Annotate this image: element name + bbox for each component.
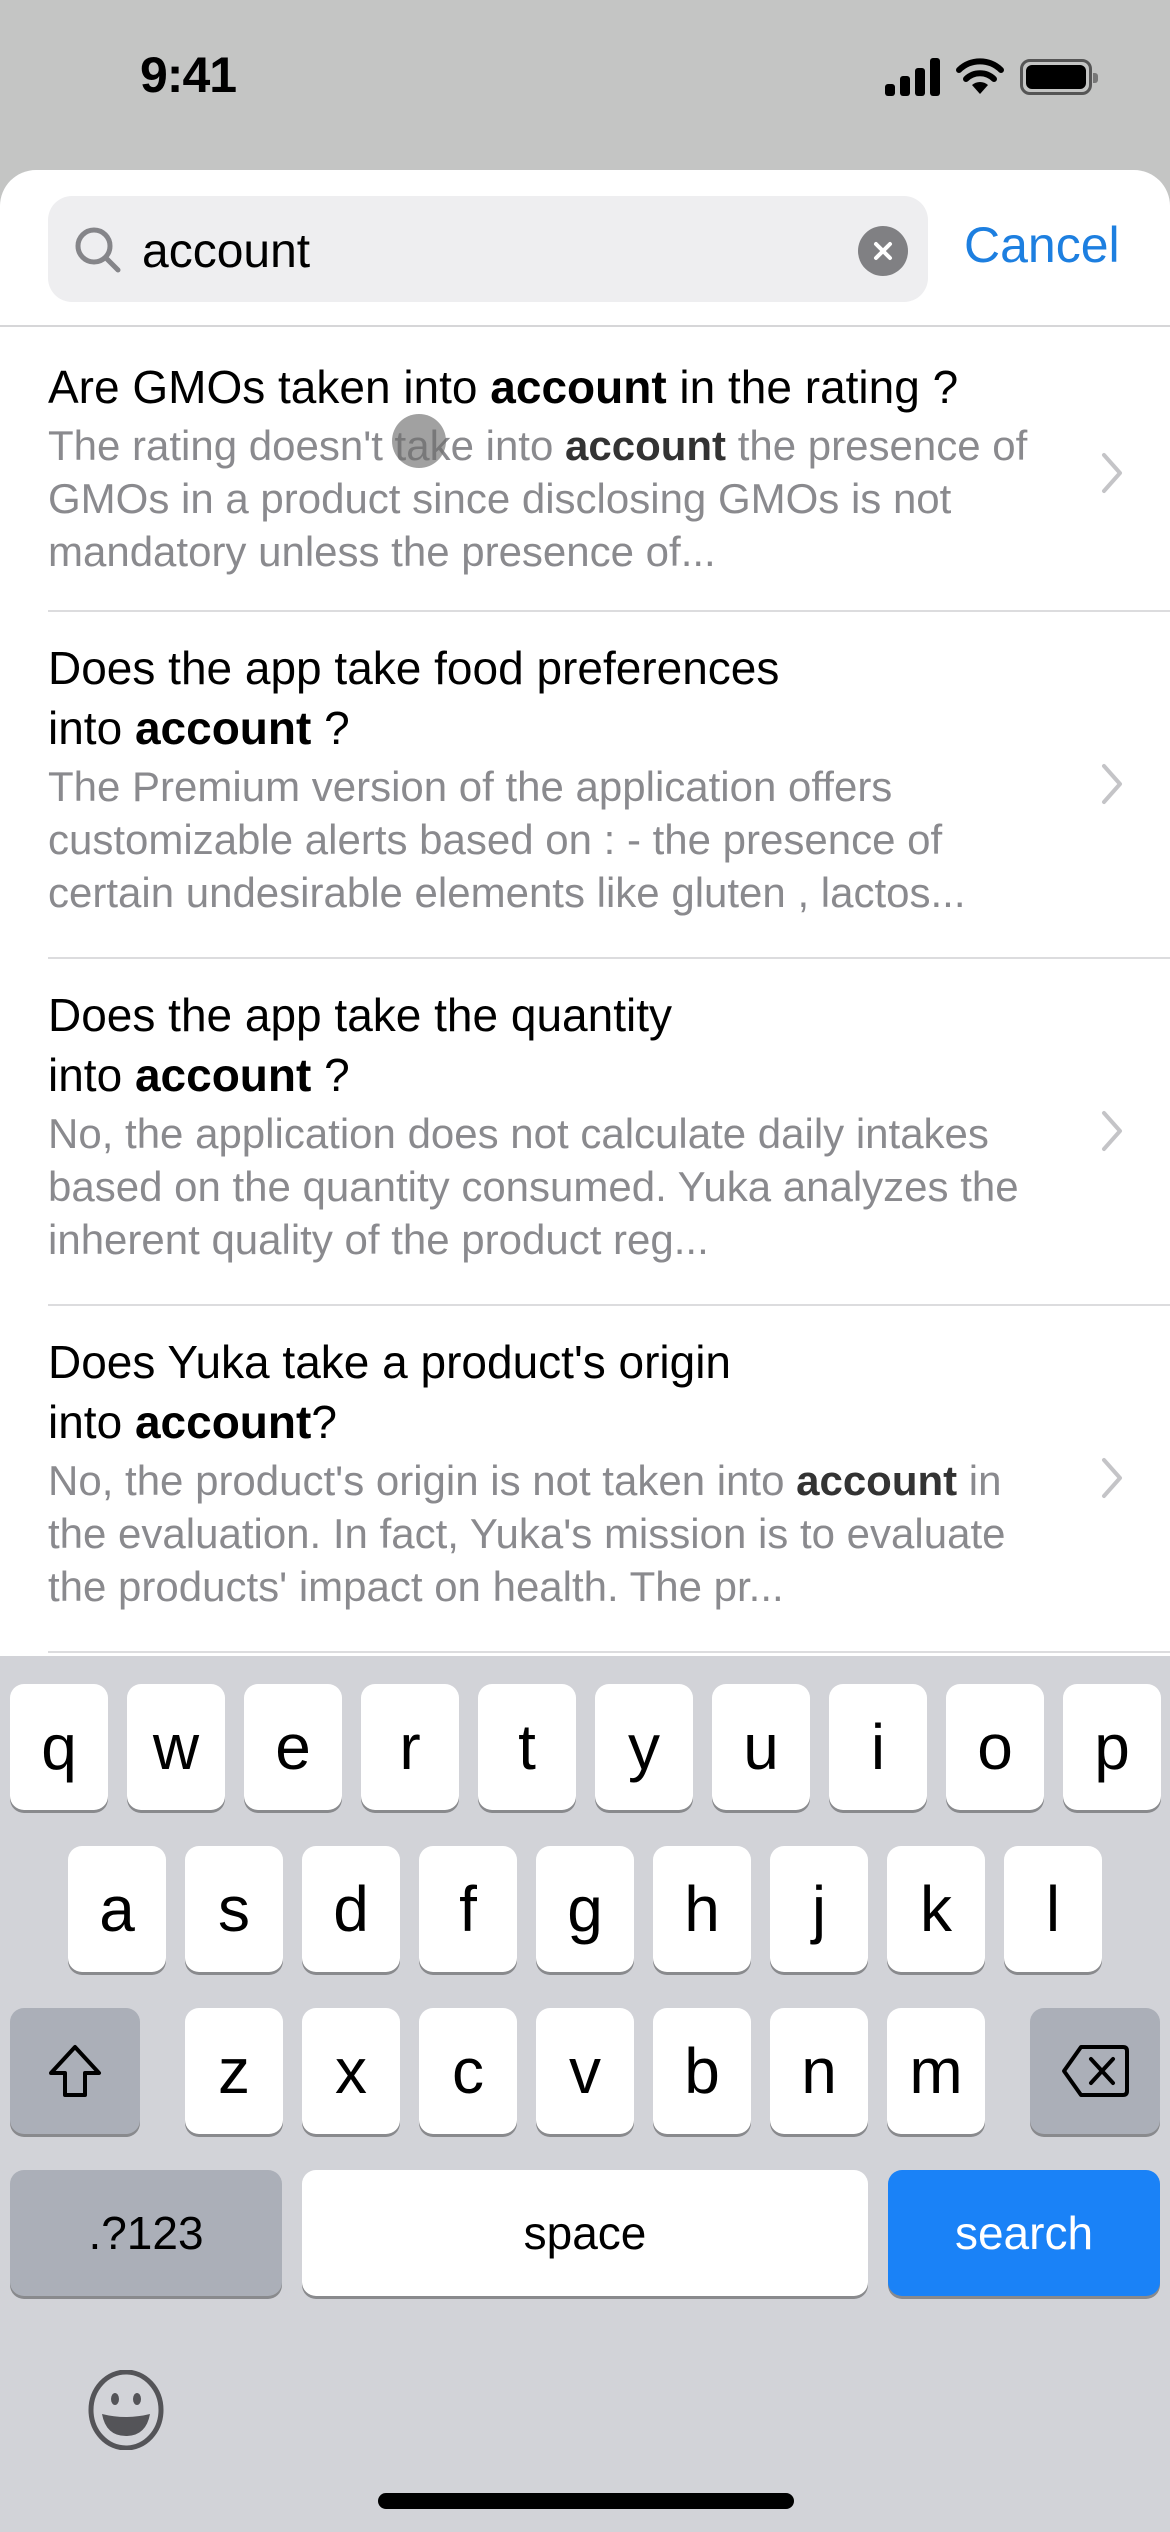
text-fragment: Does the app take food preferences — [48, 642, 780, 694]
shift-arrow-icon — [49, 2045, 101, 2097]
text-fragment: Does Yuka take a product's origin — [48, 1336, 732, 1388]
delete-backspace-icon — [1062, 2045, 1129, 2097]
search-bar-row: account Cancel — [0, 170, 1170, 327]
text-fragment: in the rating ? — [666, 361, 959, 413]
text-fragment: The Premium version of the application o… — [48, 763, 966, 916]
key-l[interactable]: l — [1004, 1846, 1102, 1972]
text-fragment: Does the app take the quantity — [48, 989, 672, 1041]
clear-search-button[interactable] — [858, 226, 908, 276]
highlighted-match: account — [565, 422, 727, 469]
text-fragment: ? — [311, 1396, 337, 1448]
battery-icon — [1020, 59, 1098, 95]
result-snippet: The Premium version of the application o… — [48, 760, 1030, 919]
chevron-right-icon — [1102, 453, 1122, 493]
results-list: Are GMOs taken into account in the ratin… — [0, 327, 1170, 1653]
result-title: Does the app take the quantity into accou… — [48, 985, 1030, 1105]
key-u[interactable]: u — [712, 1684, 810, 1810]
key-a[interactable]: a — [68, 1846, 166, 1972]
result-snippet: The rating doesn't take into account the… — [48, 419, 1030, 578]
key-j[interactable]: j — [770, 1846, 868, 1972]
key-v[interactable]: v — [536, 2008, 634, 2134]
key-k[interactable]: k — [887, 1846, 985, 1972]
key-x[interactable]: x — [302, 2008, 400, 2134]
highlighted-match: account — [134, 1049, 312, 1101]
key-n[interactable]: n — [770, 2008, 868, 2134]
result-snippet: No, the product's origin is not taken in… — [48, 1454, 1030, 1613]
text-fragment: into — [48, 1049, 135, 1101]
key-s[interactable]: s — [185, 1846, 283, 1972]
chevron-right-icon — [1102, 764, 1122, 804]
key-q[interactable]: q — [10, 1684, 108, 1810]
chevron-right-icon — [1102, 1458, 1122, 1498]
touch-indicator — [392, 414, 446, 468]
magnifying-glass-icon — [75, 227, 121, 273]
result-item[interactable]: Does the app take the quantity into accou… — [0, 957, 1170, 1306]
result-item[interactable]: Does Yuka take a product's origin into ac… — [0, 1304, 1170, 1653]
key-i[interactable]: i — [829, 1684, 927, 1810]
keyboard-row-4: .?123 space search — [0, 2170, 1170, 2298]
key-g[interactable]: g — [536, 1846, 634, 1972]
keyboard-row-2: asdfghjkl — [0, 1846, 1170, 1974]
result-title: Does Yuka take a product's origin into ac… — [48, 1332, 1030, 1452]
key-t[interactable]: t — [478, 1684, 576, 1810]
text-fragment: The rating doesn't take into — [48, 422, 566, 469]
key-z[interactable]: z — [185, 2008, 283, 2134]
text-fragment: Are GMOs taken into — [48, 361, 491, 413]
key-m[interactable]: m — [887, 2008, 985, 2134]
separator — [48, 1651, 1170, 1653]
chevron-right-icon — [1102, 1111, 1122, 1151]
highlighted-match: account — [796, 1457, 958, 1504]
text-fragment: ? — [311, 702, 350, 754]
emoji-smiley-icon[interactable] — [86, 2370, 166, 2450]
cancel-button[interactable]: Cancel — [964, 216, 1120, 274]
highlighted-match: account — [490, 361, 667, 413]
wifi-icon — [956, 58, 1004, 94]
keyboard-row-3: zxcvbnm — [0, 2008, 1170, 2136]
search-input[interactable]: account — [48, 196, 928, 302]
key-h[interactable]: h — [653, 1846, 751, 1972]
clear-circle-icon — [874, 242, 892, 260]
key-p[interactable]: p — [1063, 1684, 1161, 1810]
highlighted-match: account — [134, 1396, 312, 1448]
text-fragment: No, the product's origin is not taken in… — [48, 1457, 797, 1504]
key-e[interactable]: e — [244, 1684, 342, 1810]
key-y[interactable]: y — [595, 1684, 693, 1810]
text-fragment: ? — [311, 1049, 350, 1101]
text-fragment: into — [48, 1396, 135, 1448]
numbers-key[interactable]: .?123 — [10, 2170, 282, 2296]
search-input-value[interactable]: account — [142, 224, 310, 279]
result-title: Are GMOs taken into account in the ratin… — [48, 357, 1030, 417]
result-title: Does the app take food preferences into a… — [48, 638, 1030, 758]
text-fragment: No, the application does not calculate d… — [48, 1110, 1019, 1263]
keyboard: qwertyuiop asdfghjkl zxcvbnm .?123 space… — [0, 1656, 1170, 2532]
shift-key[interactable] — [10, 2008, 140, 2134]
key-c[interactable]: c — [419, 2008, 517, 2134]
key-b[interactable]: b — [653, 2008, 751, 2134]
key-f[interactable]: f — [419, 1846, 517, 1972]
key-d[interactable]: d — [302, 1846, 400, 1972]
result-snippet: No, the application does not calculate d… — [48, 1107, 1030, 1266]
space-key[interactable]: space — [302, 2170, 868, 2296]
result-item[interactable]: Does the app take food preferences into a… — [0, 610, 1170, 959]
search-key[interactable]: search — [888, 2170, 1160, 2296]
home-indicator — [378, 2493, 794, 2509]
status-time: 9:41 — [140, 47, 237, 103]
highlighted-match: account — [134, 702, 312, 754]
text-fragment: into — [48, 702, 135, 754]
key-w[interactable]: w — [127, 1684, 225, 1810]
status-icons — [885, 58, 1098, 96]
key-r[interactable]: r — [361, 1684, 459, 1810]
key-o[interactable]: o — [946, 1684, 1044, 1810]
delete-key[interactable] — [1030, 2008, 1160, 2134]
keyboard-row-1: qwertyuiop — [0, 1684, 1170, 1812]
search-sheet: account Cancel Are GMOs taken into accou… — [0, 170, 1170, 1670]
status-bar: 9:41 — [0, 0, 1170, 160]
cellular-signal-icon — [885, 58, 940, 96]
result-item[interactable]: Are GMOs taken into account in the ratin… — [0, 327, 1170, 612]
